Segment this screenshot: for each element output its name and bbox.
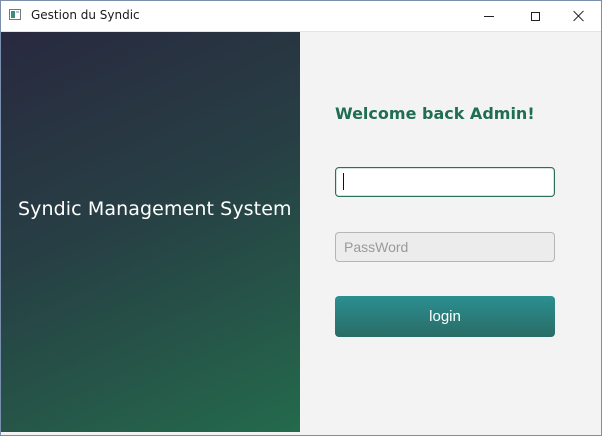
text-caret <box>343 173 344 190</box>
password-field[interactable] <box>335 232 555 262</box>
login-button[interactable]: login <box>335 296 555 337</box>
title-bar[interactable]: Gestion du Syndic <box>1 1 601 32</box>
welcome-heading: Welcome back Admin! <box>335 104 535 123</box>
maximize-button[interactable] <box>512 1 558 31</box>
minimize-button[interactable] <box>466 1 512 31</box>
maximize-icon <box>530 11 540 21</box>
window-title: Gestion du Syndic <box>31 8 140 22</box>
system-title: Syndic Management System <box>18 198 292 220</box>
close-icon <box>573 10 585 22</box>
app-window-icon <box>9 9 21 20</box>
login-panel: Welcome back Admin! login <box>300 32 601 435</box>
minimize-icon <box>484 15 494 17</box>
username-field[interactable] <box>335 167 555 197</box>
app-window: Gestion du Syndic Syndic Management Syst… <box>0 0 602 436</box>
close-button[interactable] <box>556 1 601 31</box>
branding-panel: Syndic Management System <box>1 32 300 432</box>
